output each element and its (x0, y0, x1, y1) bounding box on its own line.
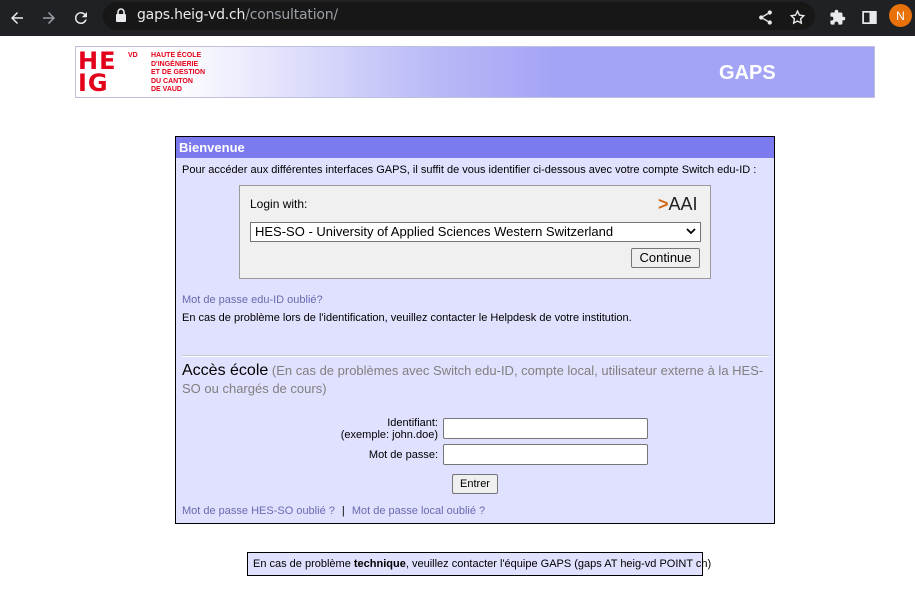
password-links: Mot de passe HES-SO oublié ? | Mot de pa… (182, 505, 486, 517)
helpdesk-text: En cas de problème lors de l'identificat… (182, 312, 632, 324)
logo-text: HAUTE ÉCOLE D'INGÉNIERIE ET DE GESTION D… (151, 52, 206, 94)
edu-id-password-forgot-link[interactable]: Mot de passe edu-ID oublié? (182, 294, 323, 306)
password-label: Mot de passe: (368, 449, 438, 461)
hesso-password-forgot-link[interactable]: Mot de passe HES-SO oublié ? (182, 505, 335, 517)
puzzle-icon (829, 9, 845, 25)
side-panel-button[interactable] (857, 5, 881, 29)
login-with-label: Login with: (250, 197, 308, 211)
url-text[interactable]: gaps.heig-vd.ch/consultation/ (137, 7, 338, 23)
intro-text: Pour accéder aux différentes interfaces … (182, 164, 757, 176)
aai-logo: >AAI (658, 194, 698, 214)
chevron-down-icon (686, 228, 696, 235)
extensions-button[interactable] (825, 5, 849, 29)
aai-arrow-icon: > (658, 194, 669, 214)
identifier-label: Identifiant: (exemple: john.doe) (340, 417, 438, 441)
back-button[interactable] (3, 4, 31, 32)
identifier-input[interactable] (443, 418, 648, 439)
browser-toolbar: gaps.heig-vd.ch/consultation/ N (0, 0, 915, 36)
panel-header: Bienvenue (176, 137, 774, 158)
site-banner: HE IG VD HAUTE ÉCOLE D'INGÉNIERIE ET DE … (75, 46, 875, 98)
continue-button[interactable]: Continue (631, 248, 700, 268)
reload-icon (74, 12, 87, 25)
aai-login-box: Login with: >AAI HES-SO - University of … (239, 185, 711, 279)
school-access-heading: Accès école (En cas de problèmes avec Sw… (182, 362, 764, 396)
arrow-right-icon (43, 12, 55, 24)
organization-select[interactable]: HES-SO - University of Applied Sciences … (250, 222, 701, 242)
local-password-forgot-link[interactable]: Mot de passe local oublié ? (352, 505, 485, 517)
profile-avatar[interactable]: N (889, 4, 912, 27)
arrow-left-icon (11, 12, 23, 24)
bookmark-button[interactable] (785, 5, 809, 29)
forward-button[interactable] (35, 4, 63, 32)
site-title: GAPS (719, 62, 776, 84)
share-icon (758, 9, 772, 25)
share-button[interactable] (753, 5, 777, 29)
enter-button[interactable]: Entrer (452, 474, 498, 494)
technical-contact-notice: En cas de problème technique, veuillez c… (247, 552, 711, 576)
password-input[interactable] (443, 444, 648, 465)
reload-button[interactable] (67, 4, 95, 32)
lock-icon (116, 8, 126, 22)
welcome-panel: Bienvenue Pour accéder aux différentes i… (175, 136, 775, 524)
heig-vd-logo: HE IG VD HAUTE ÉCOLE D'INGÉNIERIE ET DE … (78, 47, 206, 97)
section-divider (182, 355, 769, 357)
star-icon (789, 8, 805, 24)
side-panel-icon (861, 10, 877, 24)
